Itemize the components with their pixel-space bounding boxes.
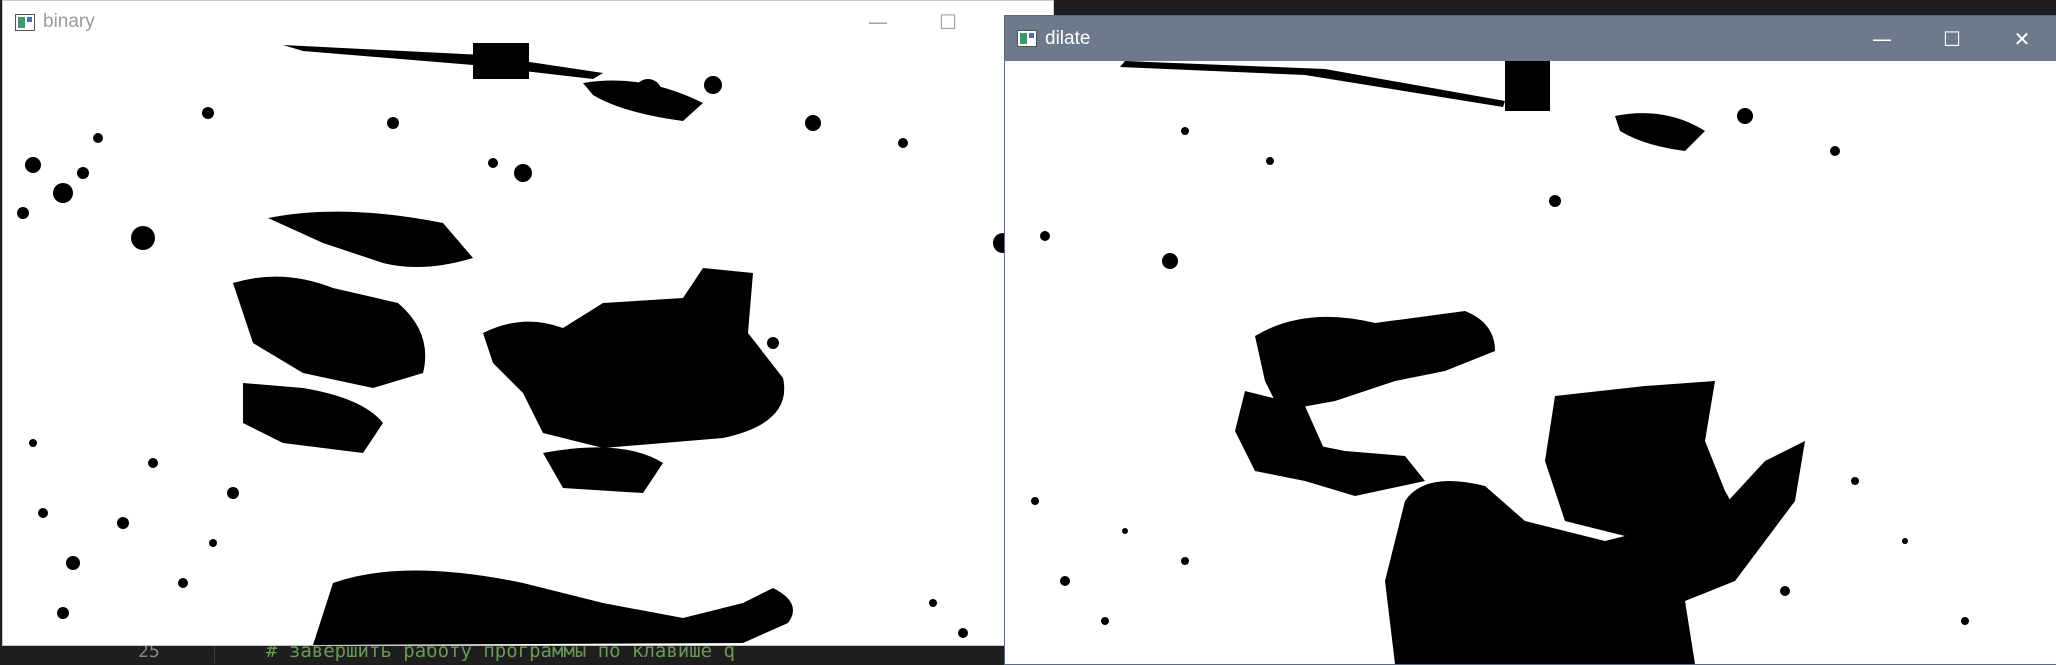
- window-title: dilate: [1045, 27, 1091, 49]
- app-image-icon: [1017, 30, 1037, 47]
- dilate-image-canvas: [1005, 61, 2056, 664]
- dilate-mask-image: [1005, 61, 2056, 664]
- binary-mask-image: [3, 43, 1053, 645]
- window-controls: — ☐ ✕: [1847, 16, 2056, 61]
- binary-image-canvas: [3, 43, 1053, 645]
- maximize-button[interactable]: ☐: [1917, 16, 1987, 61]
- dilate-window-titlebar[interactable]: dilate — ☐ ✕: [1005, 16, 2056, 61]
- binary-window[interactable]: binary — ☐ ✕: [2, 0, 1054, 646]
- dilate-window[interactable]: dilate — ☐ ✕: [1004, 15, 2056, 665]
- minimize-button[interactable]: —: [1847, 16, 1917, 61]
- close-button[interactable]: ✕: [1987, 16, 2056, 61]
- maximize-button[interactable]: ☐: [913, 1, 983, 43]
- binary-window-titlebar[interactable]: binary — ☐ ✕: [3, 1, 1053, 43]
- minimize-button[interactable]: —: [843, 1, 913, 43]
- window-title: binary: [43, 11, 95, 32]
- app-image-icon: [15, 13, 35, 31]
